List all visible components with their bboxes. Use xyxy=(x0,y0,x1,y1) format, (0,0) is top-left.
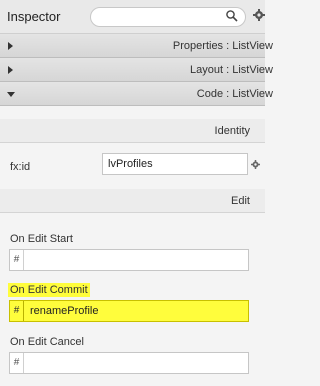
edit-header: Edit xyxy=(0,189,265,213)
identity-header: Identity xyxy=(0,119,265,143)
section-label: Properties : ListView xyxy=(172,40,273,52)
on-edit-start-field[interactable]: # xyxy=(9,249,249,271)
section-properties[interactable]: Properties : ListView xyxy=(0,34,273,58)
collapse-arrow-icon xyxy=(7,92,15,97)
on-edit-commit-value: renameProfile xyxy=(30,305,99,317)
edit-heading: Edit xyxy=(231,195,250,207)
fxid-value: lvProfiles xyxy=(108,158,153,170)
search-input[interactable] xyxy=(90,7,246,27)
expand-arrow-icon xyxy=(8,42,13,50)
hash-prefix: # xyxy=(10,301,24,321)
on-edit-commit-label-text: On Edit Commit xyxy=(8,283,90,297)
expand-arrow-icon xyxy=(8,66,13,74)
on-edit-cancel-label: On Edit Cancel xyxy=(10,336,84,348)
inspector-titlebar: Inspector xyxy=(0,0,265,34)
on-edit-cancel-field[interactable]: # xyxy=(9,352,249,374)
inspector-title: Inspector xyxy=(7,9,61,24)
section-layout[interactable]: Layout : ListView xyxy=(0,58,273,82)
gear-icon[interactable] xyxy=(251,160,260,169)
gear-icon[interactable] xyxy=(253,9,265,21)
section-code[interactable]: Code : ListView xyxy=(0,82,273,106)
fxid-field[interactable]: lvProfiles xyxy=(102,153,248,175)
on-edit-commit-label: On Edit Commit xyxy=(8,283,90,297)
hash-prefix: # xyxy=(10,250,24,270)
code-panel: Identity fx:id lvProfiles Edit On Edit S… xyxy=(0,106,265,386)
on-edit-start-label: On Edit Start xyxy=(10,233,73,245)
on-edit-commit-field[interactable]: # renameProfile xyxy=(9,300,249,322)
section-label: Code : ListView xyxy=(196,88,273,100)
identity-heading: Identity xyxy=(214,125,250,137)
hash-prefix: # xyxy=(10,353,24,373)
fxid-label: fx:id xyxy=(10,161,31,173)
section-label: Layout : ListView xyxy=(190,64,273,76)
search-icon[interactable] xyxy=(225,9,239,23)
